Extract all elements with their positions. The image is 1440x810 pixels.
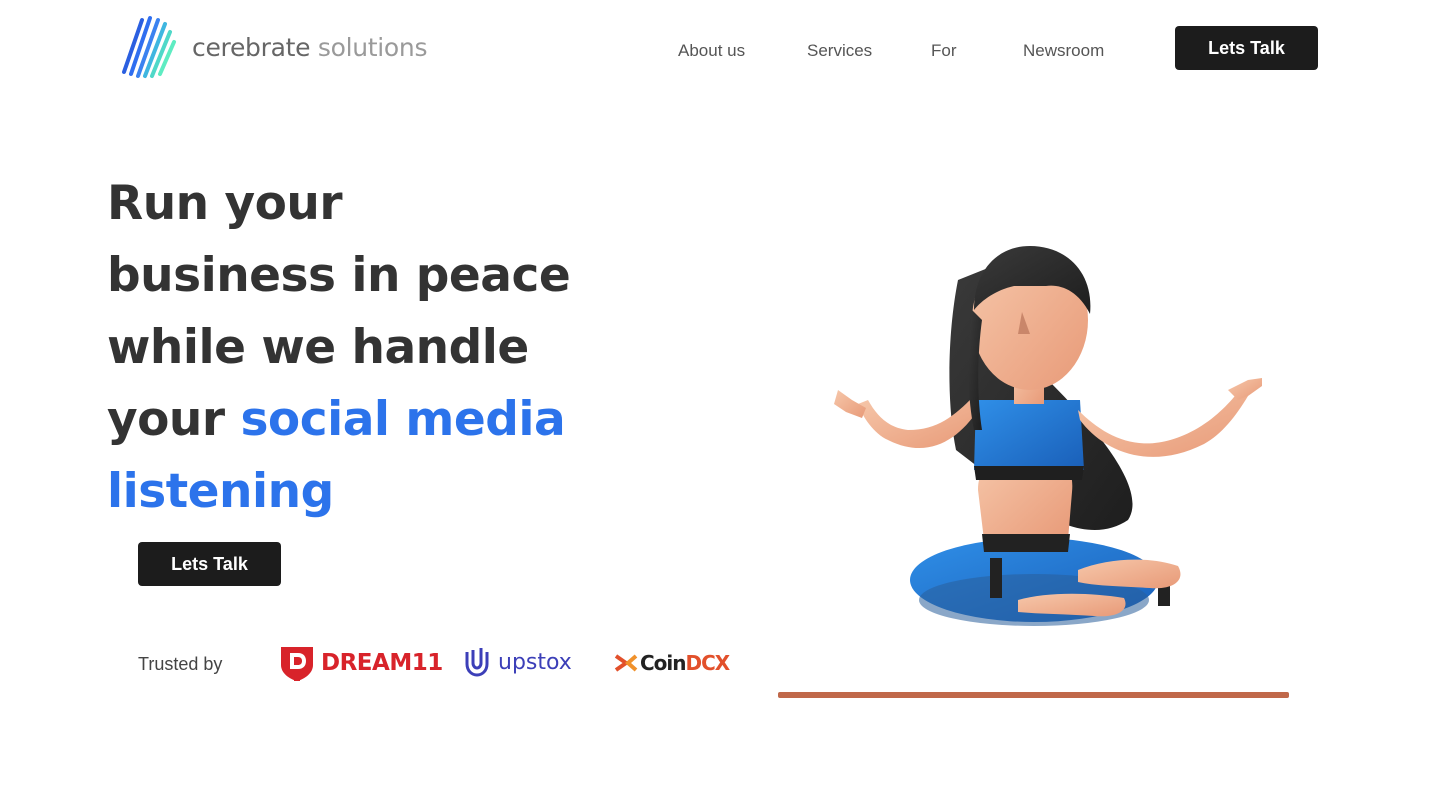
dream11-wordmark: DREAM11 xyxy=(321,650,443,676)
meditating-woman-image xyxy=(778,246,1289,698)
dream11-shield-icon xyxy=(281,647,313,681)
hero-headline: Run your business in peace while we hand… xyxy=(107,168,627,528)
upstox-logo: upstox xyxy=(464,646,572,678)
dream11-logo: DREAM11 xyxy=(277,643,443,683)
hero-line-4-accent: social media xyxy=(240,392,566,447)
header-lets-talk-button[interactable]: Lets Talk xyxy=(1175,26,1318,70)
upstox-wordmark: upstox xyxy=(498,649,572,675)
meditating-woman-illustration xyxy=(778,240,1290,707)
nav-for[interactable]: For xyxy=(931,41,957,61)
hero-lets-talk-button[interactable]: Lets Talk xyxy=(138,542,281,586)
coindcx-wordmark-part2: DCX xyxy=(685,651,731,675)
nav-services[interactable]: Services xyxy=(807,41,872,61)
hero-line-4-plain: your xyxy=(107,392,225,447)
nav-about-us[interactable]: About us xyxy=(678,41,745,61)
hero-line-3: while we handle xyxy=(107,320,529,375)
brand-name-part2: solutions xyxy=(317,32,428,62)
hero-line-4: your social media xyxy=(107,384,627,456)
hero-line-2: business in peace xyxy=(107,248,571,303)
coindcx-logo: CoinDCX xyxy=(614,651,731,675)
upstox-u-icon xyxy=(465,648,489,677)
brand-name: cerebrate solutions xyxy=(192,33,427,62)
hero-line-5-accent: listening xyxy=(107,464,334,519)
hero-line-1: Run your xyxy=(107,176,343,231)
diagonal-stripes-logo-icon xyxy=(122,16,176,78)
coindcx-wordmark: CoinDCX xyxy=(640,651,731,675)
coindcx-wordmark-part1: Coin xyxy=(640,651,687,675)
coindcx-x-icon xyxy=(614,654,638,672)
brand-logo[interactable]: cerebrate solutions xyxy=(120,14,427,80)
nav-newsroom[interactable]: Newsroom xyxy=(1023,41,1104,61)
brand-name-part1: cerebrate xyxy=(192,32,311,62)
trusted-by-label: Trusted by xyxy=(138,654,223,674)
